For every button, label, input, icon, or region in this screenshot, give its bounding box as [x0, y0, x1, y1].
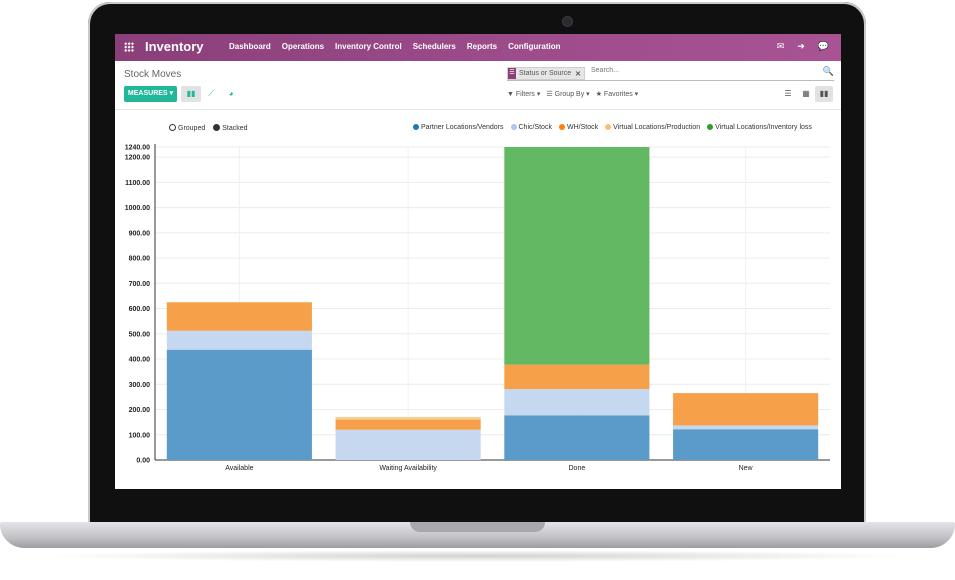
y-tick-label: 200.00	[129, 407, 151, 414]
bar-segment	[335, 419, 481, 430]
bar-segment	[504, 147, 650, 365]
y-tick-label: 600.00	[129, 306, 151, 313]
bar-segment	[335, 417, 481, 420]
y-tick-label: 500.00	[129, 331, 151, 338]
bar-segment	[166, 349, 312, 460]
x-category-label: Available	[225, 465, 253, 472]
y-tick-label: 1100.00	[125, 180, 150, 187]
y-tick-label: 700.00	[129, 281, 151, 288]
bar-segment	[166, 330, 312, 350]
app-screen: Inventory Dashboard Operations Inventory…	[115, 34, 841, 489]
x-category-label: Done	[569, 465, 586, 472]
bar-segment	[504, 389, 650, 416]
y-tick-label: 100.00	[129, 432, 151, 439]
laptop-notch	[410, 522, 545, 532]
x-category-label: New	[739, 465, 754, 472]
bar-segment	[673, 393, 819, 426]
bar-segment	[335, 429, 481, 460]
bar-segment	[673, 425, 819, 430]
y-tick-label: 800.00	[129, 256, 151, 263]
y-tick-label: 1200.00	[125, 155, 150, 162]
y-tick-label: 0.00	[136, 458, 150, 465]
laptop-shadow	[40, 550, 915, 562]
stacked-bar-chart: 0.00 100.00 200.00 300.00 400.00 500.00 600.00…	[125, 144, 830, 472]
webcam	[562, 16, 573, 27]
bar-segment	[504, 364, 650, 390]
y-tick-label: 900.00	[129, 230, 151, 237]
y-tick-label: 1240.00	[125, 145, 150, 152]
y-tick-label: 400.00	[129, 357, 151, 364]
x-category-label: Waiting Availability	[379, 465, 437, 472]
bar-segment	[166, 302, 312, 331]
bar-segment	[673, 429, 819, 460]
bar-segment	[504, 415, 650, 460]
y-tick-label: 1000.00	[125, 205, 150, 212]
y-tick-label: 300.00	[129, 382, 151, 389]
